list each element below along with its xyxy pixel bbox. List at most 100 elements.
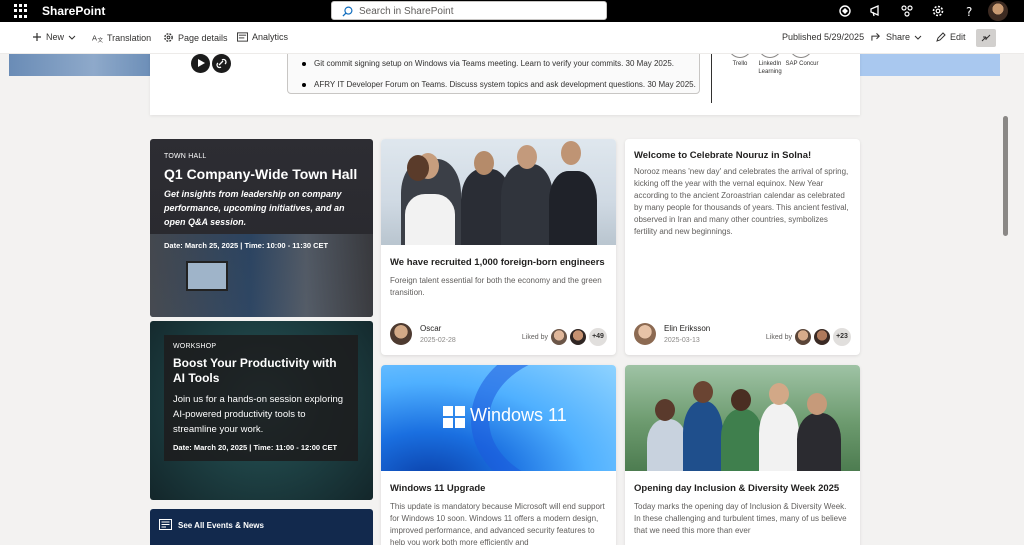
app-label-sap-concur: SAP Concur	[785, 61, 819, 67]
page-details-label: Page details	[178, 32, 228, 43]
news-image	[381, 139, 616, 245]
news-description: This update is mandatory because Microso…	[390, 502, 605, 545]
event-image-screen	[186, 261, 228, 291]
translate-icon: A文	[92, 33, 104, 43]
see-all-label: See All Events & News	[178, 521, 264, 530]
news-card[interactable]: Welcome to Celebrate Nouruz in Solna! No…	[625, 139, 860, 355]
event-title: Boost Your Productivity with AI Tools	[173, 356, 337, 385]
divider	[711, 54, 712, 103]
gear-icon	[164, 33, 173, 42]
announcement-item[interactable]: AFRY IT Developer Forum on Teams. Discus…	[302, 74, 696, 95]
vertical-scrollbar[interactable]	[1003, 116, 1008, 236]
liked-by[interactable]: Liked by +23	[766, 328, 851, 346]
news-title[interactable]: Opening day Inclusion & Diversity Week 2…	[634, 483, 839, 494]
announcement-list: Git commit signing setup on Windows via …	[287, 54, 700, 94]
likes-count: +23	[833, 328, 851, 346]
link-icon[interactable]	[212, 54, 231, 73]
author-name[interactable]: Elin Eriksson	[664, 324, 710, 333]
news-title[interactable]: Welcome to Celebrate Nouruz in Solna!	[634, 150, 811, 161]
edit-button[interactable]: Edit	[936, 32, 966, 42]
translation-label: Translation	[107, 32, 152, 43]
event-card-town-hall[interactable]: TOWN HALL Q1 Company-Wide Town Hall Get …	[150, 139, 373, 317]
event-description: Join us for a hands-on session exploring…	[173, 394, 344, 435]
news-image	[625, 365, 860, 471]
new-label: New	[46, 32, 65, 42]
liker-avatar	[570, 329, 586, 345]
chevron-down-icon	[68, 35, 76, 40]
hero-image-strip	[9, 54, 150, 76]
news-card[interactable]: Windows 11 Windows 11 Upgrade This updat…	[381, 365, 616, 545]
published-status: Published 5/29/2025	[782, 32, 864, 42]
windows-logo-text: Windows 11	[470, 405, 567, 425]
event-overlay: WORKSHOP Boost Your Productivity with AI…	[164, 335, 358, 461]
app-label-linkedin: LinkedIn Learning	[758, 61, 782, 75]
news-description: Foreign talent essential for both the ec…	[390, 276, 602, 297]
news-description: Norooz means 'new day' and celebrates th…	[634, 167, 849, 236]
collapse-button[interactable]	[976, 29, 996, 47]
chevron-down-icon	[914, 35, 922, 40]
translation-button[interactable]: A文 Translation	[92, 32, 152, 44]
hero-image-strip-right	[860, 54, 1000, 76]
event-title: Q1 Company-Wide Town Hall	[164, 166, 358, 182]
liker-avatar	[551, 329, 567, 345]
likes-count: +49	[589, 328, 607, 346]
play-icon[interactable]	[191, 54, 210, 73]
collapse-icon	[981, 34, 991, 42]
app-label-trello: Trello	[732, 61, 748, 67]
svg-text:文: 文	[98, 36, 104, 43]
search-icon	[342, 6, 353, 17]
news-title[interactable]: We have recruited 1,000 foreign-born eng…	[390, 257, 605, 268]
event-tag: WORKSHOP	[173, 343, 217, 350]
app-name[interactable]: SharePoint	[42, 4, 105, 18]
help-icon[interactable]: ?	[962, 4, 976, 18]
author-row: Elin Eriksson 2025-03-13 Liked by +23	[634, 323, 851, 347]
liked-by[interactable]: Liked by +49	[522, 328, 607, 346]
liked-by-label: Liked by	[521, 333, 548, 341]
author-row: Oscar 2025-02-28 Liked by +49	[390, 323, 607, 347]
share-network-icon[interactable]	[900, 4, 914, 18]
analytics-button[interactable]: Analytics	[237, 32, 288, 42]
news-title[interactable]: Windows 11 Upgrade	[390, 483, 485, 494]
app-launcher-icon[interactable]	[14, 4, 28, 18]
liker-avatar	[795, 329, 811, 345]
news-icon	[159, 519, 172, 530]
gear-icon[interactable]	[931, 4, 945, 18]
event-card-workshop[interactable]: WORKSHOP Boost Your Productivity with AI…	[150, 321, 373, 500]
news-image: Windows 11	[381, 365, 616, 471]
windows-logo-icon	[443, 406, 465, 428]
event-tag: TOWN HALL	[164, 153, 207, 160]
megaphone-icon[interactable]	[869, 4, 883, 18]
event-description: Get insights from leadership on company …	[164, 189, 345, 227]
author-avatar[interactable]	[634, 323, 656, 345]
news-description: Today marks the opening day of Inclusion…	[634, 502, 847, 535]
announcement-item[interactable]: Git commit signing setup on Windows via …	[302, 54, 689, 74]
post-date: 2025-03-13	[664, 337, 700, 344]
svg-text:?: ?	[966, 5, 972, 18]
user-avatar[interactable]	[988, 1, 1008, 21]
author-avatar[interactable]	[390, 323, 412, 345]
liked-by-label: Liked by	[765, 333, 792, 341]
share-button[interactable]: Share	[871, 32, 922, 42]
page-details-button[interactable]: Page details	[163, 32, 228, 43]
plus-icon	[33, 33, 41, 41]
new-button[interactable]: New	[32, 32, 76, 42]
copilot-icon[interactable]	[838, 4, 852, 18]
share-label: Share	[886, 32, 911, 42]
page-canvas: Git commit signing setup on Windows via …	[0, 54, 1004, 545]
search-input[interactable]: Search in SharePoint	[331, 1, 607, 20]
event-date: Date: March 25, 2025 | Time: 10:00 - 11:…	[164, 241, 329, 250]
news-card[interactable]: Opening day Inclusion & Diversity Week 2…	[625, 365, 860, 545]
author-name[interactable]: Oscar	[420, 324, 441, 333]
pencil-icon	[936, 32, 946, 42]
svg-text:A: A	[92, 33, 97, 42]
suite-bar: SharePoint Search in SharePoint ?	[0, 0, 1024, 22]
news-card[interactable]: We have recruited 1,000 foreign-born eng…	[381, 139, 616, 355]
published-label: Published 5/29/2025	[782, 32, 865, 42]
command-bar: New A文 Translation Page details Analytic…	[0, 22, 1024, 54]
see-all-events-button[interactable]: See All Events & News	[150, 509, 373, 545]
search-placeholder: Search in SharePoint	[359, 6, 454, 17]
edit-label: Edit	[950, 32, 966, 42]
analytics-label: Analytics	[252, 32, 289, 42]
analytics-icon	[237, 32, 248, 42]
event-date: Date: March 20, 2025 | Time: 11:00 - 12:…	[173, 443, 338, 452]
